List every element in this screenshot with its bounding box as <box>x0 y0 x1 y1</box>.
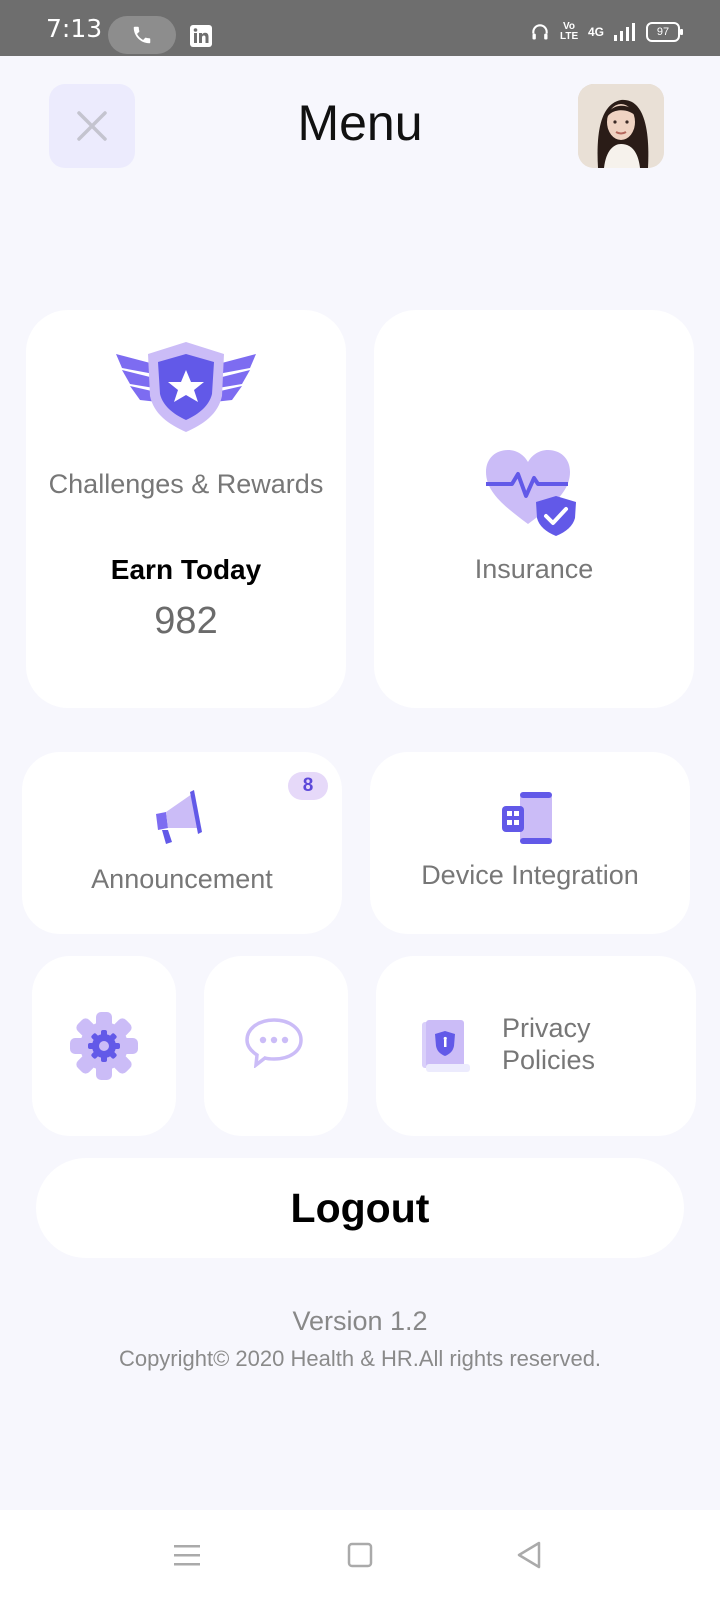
avatar-image <box>578 84 664 168</box>
device-integration-card[interactable]: Device Integration <box>370 752 690 934</box>
status-time: 7:13 <box>46 14 103 43</box>
privacy-policies-card[interactable]: Privacy Policies <box>376 956 696 1136</box>
battery-level: 97 <box>656 26 670 38</box>
phone-watch-icon <box>502 792 552 844</box>
ongoing-call-chip[interactable] <box>108 16 176 54</box>
phone-call-icon <box>133 26 151 44</box>
megaphone-icon <box>156 790 202 844</box>
document-shield-icon <box>422 1020 470 1072</box>
shield-star-icon <box>116 342 256 432</box>
volte-indicator: Vo LTE <box>559 21 579 42</box>
logout-button[interactable]: Logout <box>36 1158 684 1258</box>
home-square-icon[interactable] <box>347 1542 373 1568</box>
profile-avatar[interactable] <box>578 84 664 168</box>
linkedin-icon <box>190 25 212 47</box>
privacy-policies-label: Privacy Policies <box>502 1013 596 1075</box>
signal-icon <box>614 23 635 41</box>
chat-bubble-icon <box>245 1018 303 1068</box>
heart-pulse-shield-icon <box>486 450 576 536</box>
challenges-rewards-card[interactable]: Challenges & Rewards Earn Today 982 <box>26 310 346 708</box>
challenges-label: Challenges & Rewards <box>48 469 324 499</box>
status-icons: Vo LTE 4G 97 <box>530 21 683 42</box>
chat-card[interactable] <box>204 956 348 1136</box>
battery-icon: 97 <box>646 22 683 42</box>
device-integration-label: Device Integration <box>421 860 639 890</box>
system-nav-bar <box>0 1510 720 1600</box>
announcement-card[interactable]: 8 Announcement <box>22 752 342 934</box>
menu-icon[interactable] <box>174 1544 200 1566</box>
insurance-card[interactable]: Insurance <box>374 310 694 708</box>
headphones-icon <box>532 24 548 40</box>
insurance-label: Insurance <box>474 554 594 584</box>
announcement-badge: 8 <box>288 772 328 800</box>
status-bar: 7:13 Vo LTE 4G 97 <box>0 0 720 56</box>
earn-today-value: 982 <box>154 600 218 642</box>
settings-card[interactable] <box>32 956 176 1136</box>
app-version: Version 1.2 <box>292 1306 428 1336</box>
copyright-text: Copyright© 2020 Health & HR.All rights r… <box>118 1346 602 1371</box>
network-type: 4G <box>587 25 604 39</box>
gear-icon <box>70 1012 138 1080</box>
back-triangle-icon[interactable] <box>516 1540 542 1570</box>
announcement-label: Announcement <box>91 864 273 894</box>
earn-today-label: Earn Today <box>110 554 262 585</box>
